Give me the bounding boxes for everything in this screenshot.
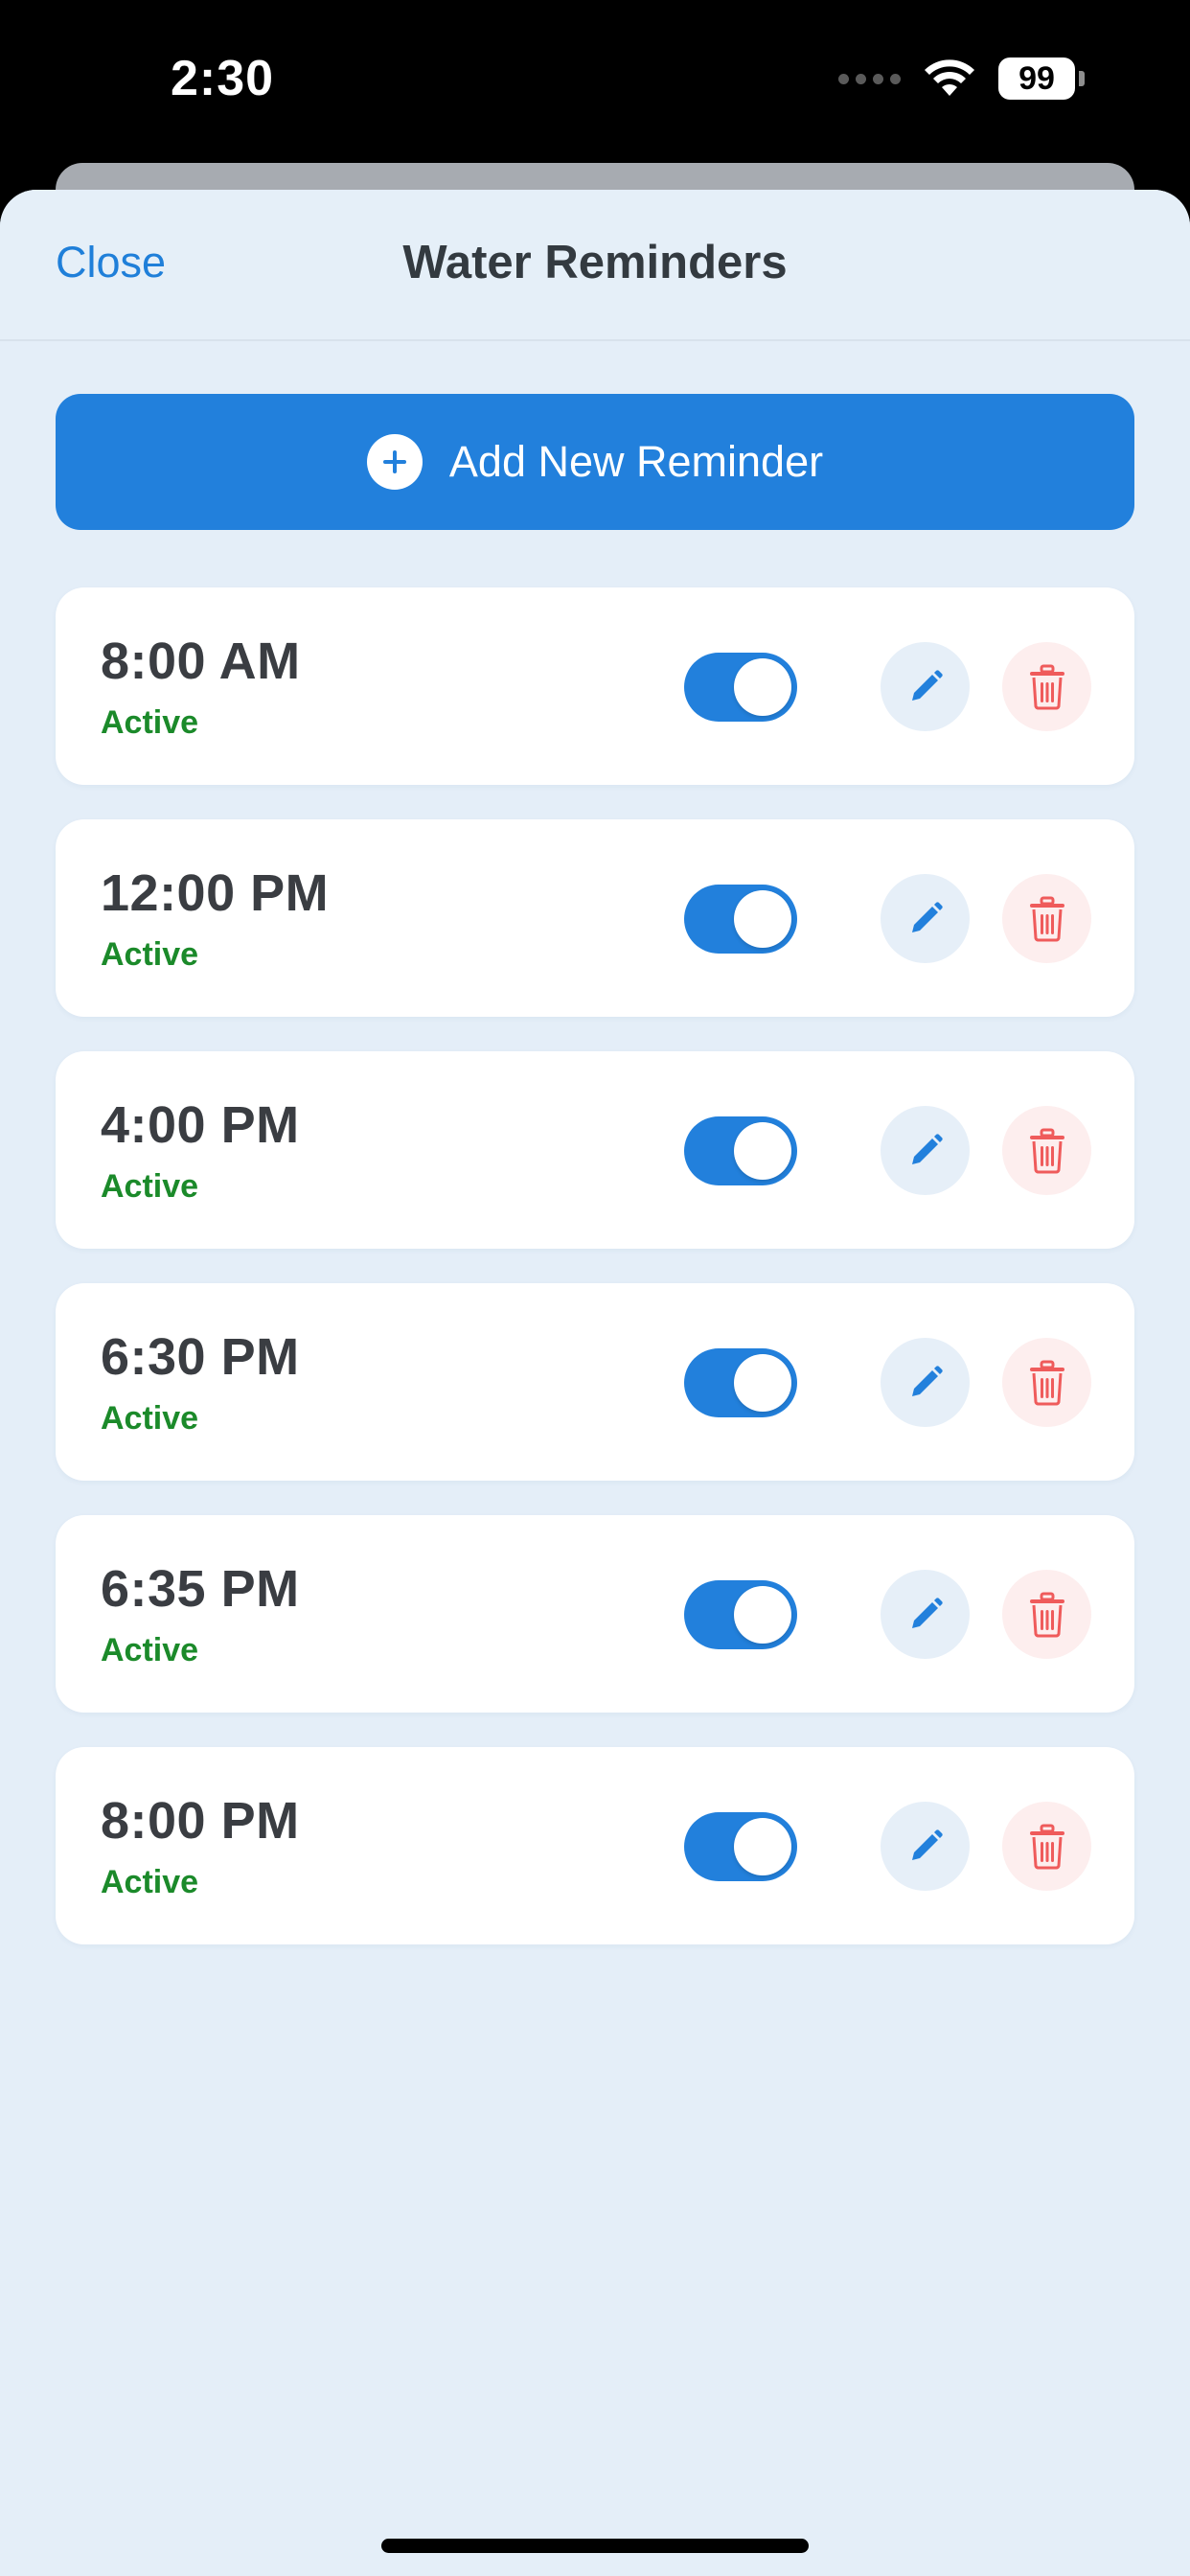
reminder-toggle[interactable] (684, 1812, 797, 1881)
trash-icon (1029, 1360, 1064, 1405)
toggle-knob (734, 1818, 791, 1875)
status-time: 2:30 (171, 51, 275, 106)
reminder-card: 8:00 PM Active (56, 1747, 1134, 1944)
reminder-toggle[interactable] (684, 1348, 797, 1417)
trash-icon (1029, 1128, 1064, 1173)
trash-icon (1029, 896, 1064, 941)
battery-indicator: 99 (998, 58, 1075, 100)
trash-icon (1029, 664, 1064, 709)
status-indicators: 99 (838, 58, 1085, 100)
toggle-knob (734, 1586, 791, 1644)
pencil-icon (911, 669, 943, 701)
status-bar: 2:30 99 (0, 0, 1190, 163)
delete-button[interactable] (1002, 1802, 1091, 1891)
reminder-card: 6:30 PM Active (56, 1283, 1134, 1481)
edit-button[interactable] (881, 1106, 970, 1195)
page-title: Water Reminders (402, 237, 788, 288)
reminder-toggle[interactable] (684, 1580, 797, 1649)
reminder-card: 12:00 PM Active (56, 819, 1134, 1017)
toggle-knob (734, 1122, 791, 1180)
edit-button[interactable] (881, 642, 970, 731)
reminder-time: 8:00 AM (101, 632, 301, 690)
reminder-status: Active (101, 1168, 199, 1205)
navigation-bar: Close Water Reminders (0, 190, 1190, 341)
cellular-signal-icon (838, 73, 901, 84)
plus-circle-icon (366, 434, 423, 490)
reminder-toggle[interactable] (684, 1116, 797, 1185)
reminder-card: 4:00 PM Active (56, 1051, 1134, 1249)
delete-button[interactable] (1002, 642, 1091, 731)
reminder-status: Active (101, 1864, 199, 1900)
reminder-time: 4:00 PM (101, 1096, 300, 1154)
delete-button[interactable] (1002, 1338, 1091, 1427)
reminder-status: Active (101, 1632, 199, 1668)
add-new-reminder-label: Add New Reminder (448, 437, 824, 486)
trash-icon (1029, 1824, 1064, 1869)
reminder-status: Active (101, 936, 199, 973)
reminder-time: 6:30 PM (101, 1328, 300, 1386)
reminder-card: 6:35 PM Active (56, 1515, 1134, 1713)
edit-button[interactable] (881, 1802, 970, 1891)
reminder-toggle[interactable] (684, 885, 797, 954)
pencil-icon (911, 1828, 943, 1860)
delete-button[interactable] (1002, 1106, 1091, 1195)
reminder-list: 8:00 AM Active 12:00 PM Active 4:00 PM A… (56, 587, 1134, 1979)
pencil-icon (911, 1133, 943, 1164)
toggle-knob (734, 890, 791, 948)
battery-tip (1079, 71, 1085, 86)
edit-button[interactable] (881, 1570, 970, 1659)
add-new-reminder-button[interactable]: Add New Reminder (56, 394, 1134, 530)
pencil-icon (911, 1597, 943, 1628)
edit-button[interactable] (881, 1338, 970, 1427)
wifi-icon (925, 59, 974, 96)
home-indicator[interactable] (381, 2539, 809, 2553)
pencil-icon (911, 1365, 943, 1396)
toggle-knob (734, 658, 791, 716)
pencil-icon (911, 901, 943, 932)
reminder-time: 12:00 PM (101, 864, 330, 922)
trash-icon (1029, 1592, 1064, 1637)
reminder-time: 8:00 PM (101, 1792, 300, 1850)
delete-button[interactable] (1002, 1570, 1091, 1659)
reminder-time: 6:35 PM (101, 1560, 300, 1618)
toggle-knob (734, 1354, 791, 1412)
reminders-sheet: Close Water Reminders Add New Reminder 8… (0, 190, 1190, 2576)
reminder-toggle[interactable] (684, 653, 797, 722)
delete-button[interactable] (1002, 874, 1091, 963)
reminder-status: Active (101, 1400, 199, 1437)
reminder-card: 8:00 AM Active (56, 587, 1134, 785)
reminder-status: Active (101, 704, 199, 741)
edit-button[interactable] (881, 874, 970, 963)
